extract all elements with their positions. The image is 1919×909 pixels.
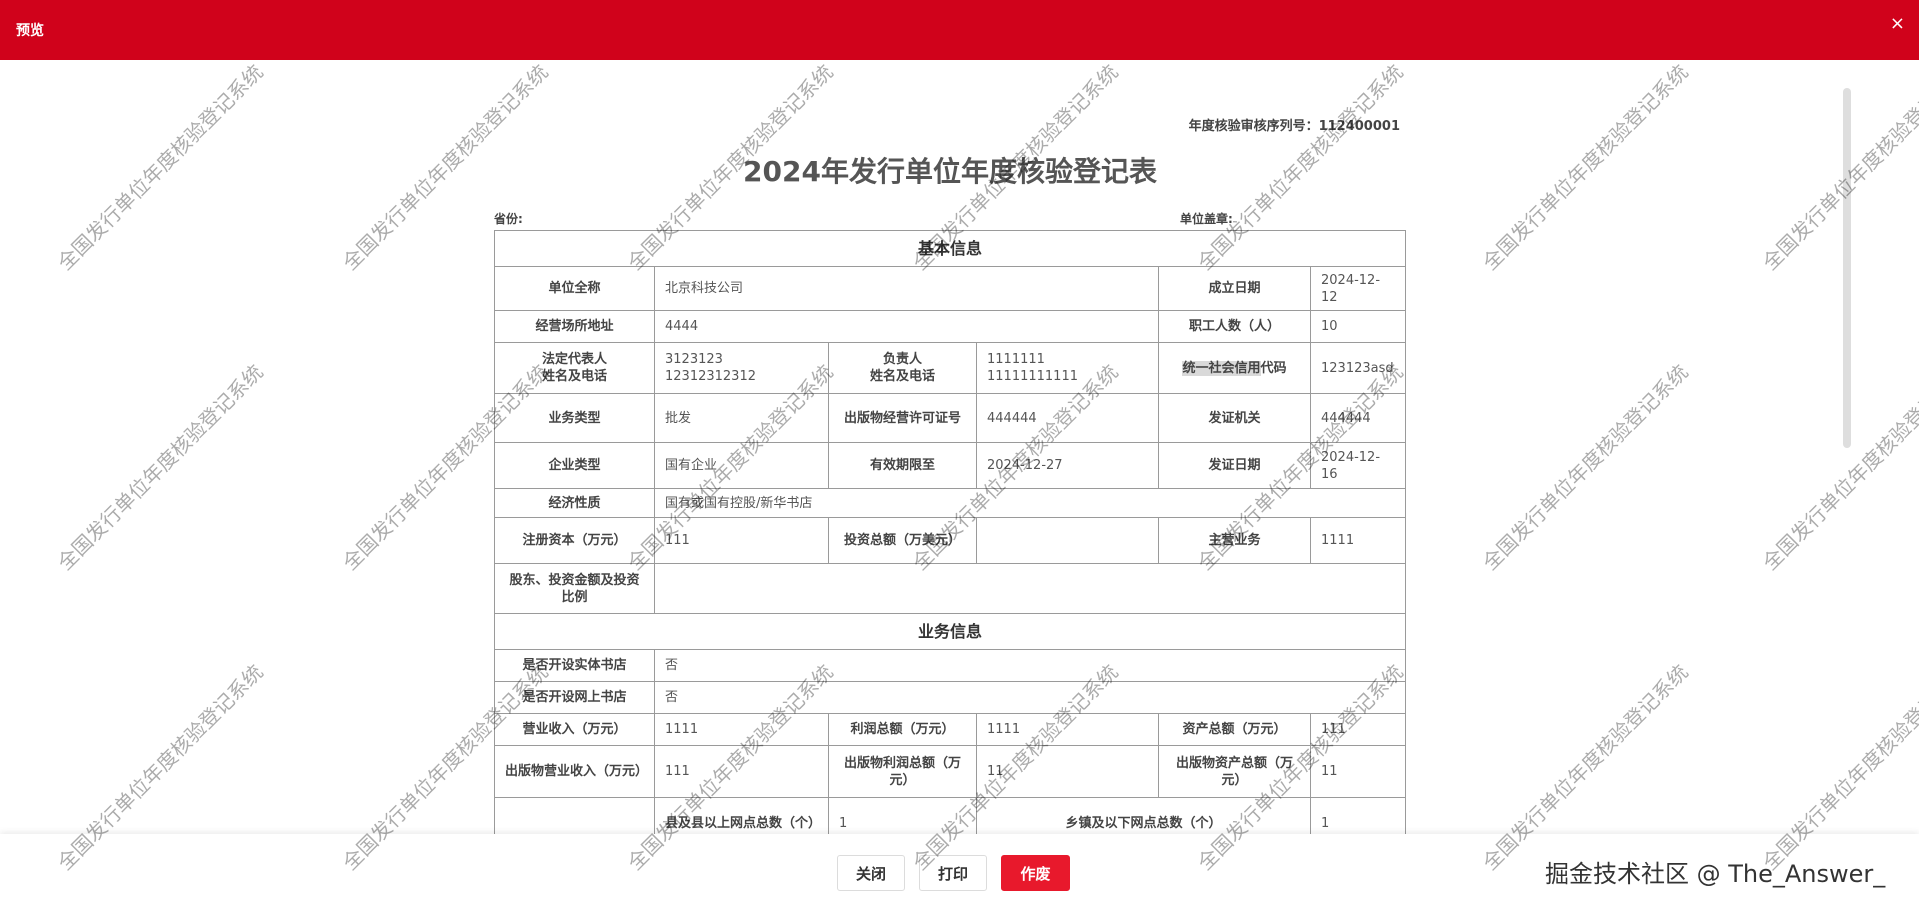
shareholders-value [653, 563, 1407, 614]
staff-count-label: 职工人数（人） [1158, 310, 1311, 343]
scrollbar[interactable] [1843, 88, 1851, 448]
legal-rep-phone: 12312312312 [665, 369, 756, 384]
uscc-label-highlighted: 统一社会信用 [1182, 360, 1261, 376]
close-button[interactable]: 关闭 [837, 855, 905, 891]
uscc-label: 统一社会信用代码 [1158, 342, 1311, 394]
license-number-value: 444444 [976, 393, 1159, 443]
serial-value: 112400001 [1318, 119, 1400, 134]
dialog-title: 预览 [16, 23, 44, 39]
profit-label: 利润总额（万元） [828, 713, 977, 746]
staff-count-value: 10 [1309, 310, 1407, 343]
online-store-value: 否 [653, 681, 1407, 714]
revenue-label: 营业收入（万元） [494, 713, 655, 746]
legal-rep-label-line2: 姓名及电话 [541, 369, 607, 384]
legal-rep-value: 3123123 12312312312 [654, 342, 829, 394]
section-basic-info: 基本信息 [493, 230, 1407, 267]
registered-capital-value: 111 [654, 517, 829, 564]
dialog-header: 预览 × [0, 0, 1919, 60]
main-business-value: 1111 [1309, 517, 1407, 564]
void-button[interactable]: 作废 [1001, 855, 1070, 891]
issue-date-value: 2024-12-16 [1309, 442, 1407, 489]
registration-form-table: 基本信息 单位全称 北京科技公司 成立日期 2024-12-12 经营场所地址 … [493, 230, 1407, 850]
serial-label: 年度核验审核序列号： [1188, 119, 1319, 134]
assets-value: 111 [1309, 713, 1407, 746]
physical-store-label: 是否开设实体书店 [494, 649, 655, 682]
manager-label-line1: 负责人 [882, 352, 922, 367]
profit-value: 1111 [976, 713, 1159, 746]
manager-label: 负责人 姓名及电话 [828, 342, 977, 394]
economic-nature-value: 国有或国有控股/新华书店 [653, 488, 1407, 518]
dialog-footer: 关闭 打印 作废 掘金技术社区 @ The_Answer_ [0, 834, 1919, 909]
legal-rep-name: 3123123 [665, 352, 723, 367]
pub-assets-value: 11 [1309, 745, 1407, 798]
pub-profit-value: 11 [976, 745, 1159, 798]
uscc-label-rest: 代码 [1260, 360, 1287, 376]
manager-label-line2: 姓名及电话 [869, 369, 935, 384]
economic-nature-label: 经济性质 [494, 488, 655, 518]
issuer-value: 444444 [1309, 393, 1407, 443]
valid-until-value: 2024-12-27 [976, 442, 1159, 489]
address-value: 4444 [654, 310, 1159, 343]
physical-store-value: 否 [653, 649, 1407, 682]
legal-rep-label-line1: 法定代表人 [541, 352, 607, 367]
uscc-value: 123123asd [1309, 342, 1407, 394]
valid-until-label: 有效期限至 [828, 442, 977, 489]
pub-revenue-label: 出版物营业收入（万元） [494, 745, 655, 798]
total-investment-label: 投资总额（万美元） [828, 517, 977, 564]
license-number-label: 出版物经营许可证号 [828, 393, 977, 443]
print-button[interactable]: 打印 [919, 855, 987, 891]
founding-date-value: 2024-12-12 [1309, 266, 1407, 311]
issuer-label: 发证机关 [1158, 393, 1311, 443]
manager-phone: 11111111111 [987, 369, 1078, 384]
scrollbar-thumb[interactable] [1843, 88, 1851, 448]
seal-label: 单位盖章: [1180, 212, 1233, 226]
pub-profit-label: 出版物利润总额（万元） [828, 745, 977, 798]
brand-watermark: 掘金技术社区 @ The_Answer_ [1545, 860, 1886, 888]
company-name-label: 单位全称 [494, 266, 655, 311]
province-label: 省份: [494, 212, 523, 226]
total-investment-value [976, 517, 1159, 564]
online-store-label: 是否开设网上书店 [494, 681, 655, 714]
main-business-label: 主营业务 [1158, 517, 1311, 564]
issue-date-label: 发证日期 [1158, 442, 1311, 489]
document-title: 2024年发行单位年度核验登记表 [743, 155, 1157, 188]
manager-name: 1111111 [987, 352, 1045, 367]
serial-number: 年度核验审核序列号：112400001 [1140, 115, 1400, 134]
pub-assets-label: 出版物资产总额（万元） [1158, 745, 1311, 798]
shareholders-label: 股东、投资金额及投资比例 [494, 563, 655, 614]
enterprise-type-value: 国有企业 [654, 442, 829, 489]
company-name-value: 北京科技公司 [654, 266, 1159, 311]
enterprise-type-label: 企业类型 [494, 442, 655, 489]
revenue-value: 1111 [654, 713, 829, 746]
address-label: 经营场所地址 [494, 310, 655, 343]
section-business-info: 业务信息 [493, 613, 1407, 650]
pub-revenue-value: 111 [654, 745, 829, 798]
registered-capital-label: 注册资本（万元） [494, 517, 655, 564]
business-type-value: 批发 [654, 393, 829, 443]
legal-rep-label: 法定代表人姓名及电话 [494, 342, 655, 394]
manager-value: 1111111 11111111111 [976, 342, 1159, 394]
assets-label: 资产总额（万元） [1158, 713, 1311, 746]
founding-date-label: 成立日期 [1158, 266, 1311, 311]
business-type-label: 业务类型 [494, 393, 655, 443]
close-icon[interactable]: × [1890, 14, 1905, 34]
